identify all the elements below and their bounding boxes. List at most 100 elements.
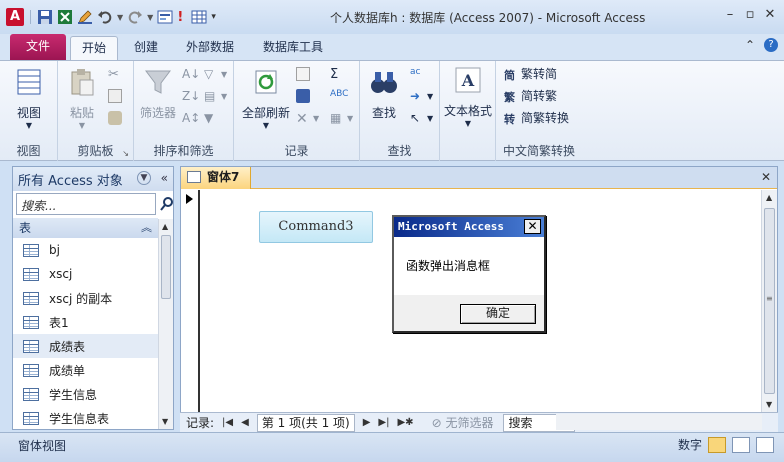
- message-box-close-icon[interactable]: ✕: [524, 219, 541, 234]
- close-icon[interactable]: ✕: [762, 8, 778, 24]
- delete-record-button[interactable]: ✕ ▼: [296, 111, 319, 127]
- form-view-icon[interactable]: [157, 9, 173, 25]
- search-icon[interactable]: [159, 196, 175, 212]
- nav-header[interactable]: 所有 Access 对象 ▼ «: [13, 167, 173, 191]
- nav-item-xscj[interactable]: xscj: [13, 262, 158, 286]
- minimize-icon[interactable]: –: [722, 8, 738, 24]
- table-icon: [23, 363, 39, 377]
- record-selector[interactable]: [182, 190, 200, 412]
- spelling-button[interactable]: ABC: [330, 89, 348, 103]
- collapse-ribbon-icon[interactable]: ⌃: [742, 38, 758, 52]
- filter-button[interactable]: 筛选器: [138, 67, 178, 121]
- exclamation-icon[interactable]: !: [177, 10, 187, 25]
- goto-button[interactable]: ➜ ▼: [410, 89, 433, 103]
- tab-create[interactable]: 创建: [126, 36, 166, 60]
- save-icon[interactable]: [37, 9, 53, 25]
- clear-sort-icon: A↕: [182, 111, 201, 125]
- table-view-icon[interactable]: [191, 9, 207, 25]
- next-record-icon[interactable]: ▶: [363, 417, 371, 428]
- nav-group-tables[interactable]: 表 ︽: [13, 218, 158, 238]
- totals-button[interactable]: Σ: [330, 67, 344, 82]
- no-filter-button[interactable]: ⊘ 无筛选器: [432, 414, 494, 431]
- toggle-filter-button[interactable]: ▼: [204, 111, 218, 125]
- clipboard-launcher-icon[interactable]: ↘: [122, 149, 129, 158]
- nav-scrollbar[interactable]: ▲ ▼: [158, 219, 173, 429]
- navigation-pane: 所有 Access 对象 ▼ « 搜索... 表 ︽ bj xscj xscj …: [12, 166, 174, 430]
- nav-item-student-info[interactable]: 学生信息: [13, 382, 158, 406]
- maximize-icon[interactable]: ▫: [742, 8, 758, 24]
- nav-menu-dropdown-icon[interactable]: ▼: [137, 171, 151, 185]
- form-view-status-icon[interactable]: [708, 436, 726, 453]
- customize-qat-icon[interactable]: ▾: [211, 12, 216, 22]
- more-records-button[interactable]: ▦ ▼: [330, 111, 353, 125]
- advanced-filter-button[interactable]: ▤ ▼: [204, 89, 227, 103]
- nav-scroll-thumb[interactable]: [161, 235, 171, 299]
- refresh-all-button[interactable]: 全部刷新 ▼: [240, 67, 292, 130]
- new-record-nav-icon[interactable]: ▶✱: [397, 417, 413, 428]
- redo-dropdown-icon[interactable]: ▼: [147, 13, 153, 22]
- layout-view-status-icon[interactable]: [732, 436, 750, 453]
- clear-sort-button[interactable]: A↕: [182, 111, 201, 125]
- view-button[interactable]: 视图 ▼: [6, 67, 52, 130]
- excel-icon[interactable]: [57, 9, 73, 25]
- ok-button[interactable]: 确定: [460, 304, 536, 324]
- selection-filter-button[interactable]: ▽ ▼: [204, 67, 227, 81]
- current-record-field[interactable]: 第 1 项(共 1 项): [256, 413, 355, 432]
- edit-pencil-icon[interactable]: [77, 9, 93, 25]
- document-scrollbar[interactable]: ▲ ≡ ▼: [761, 190, 777, 412]
- new-record-button[interactable]: [296, 67, 310, 81]
- select-button[interactable]: ↖ ▼: [410, 111, 433, 125]
- paste-button[interactable]: 粘贴 ▼: [64, 67, 100, 130]
- nav-item-label: 学生信息表: [49, 411, 110, 426]
- group-find: 查找 ac ➜ ▼ ↖ ▼ 查找: [360, 61, 440, 161]
- command3-button[interactable]: Command3: [259, 211, 373, 243]
- sort-ascending-icon: A↓: [182, 67, 201, 81]
- first-record-icon[interactable]: |◀: [222, 417, 233, 428]
- design-view-status-icon[interactable]: [756, 436, 774, 453]
- tab-external-data[interactable]: 外部数据: [178, 36, 242, 60]
- tab-home[interactable]: 开始: [70, 36, 118, 60]
- horizontal-scrollbar[interactable]: [556, 414, 762, 430]
- find-button[interactable]: 查找: [364, 67, 404, 121]
- sort-ascending-button[interactable]: A↓: [182, 67, 201, 81]
- traditional-to-simplified-button[interactable]: 简繁转简: [504, 65, 557, 82]
- doc-scroll-down-icon[interactable]: ▼: [766, 400, 772, 409]
- nav-item-score-sheet[interactable]: 成绩单: [13, 358, 158, 382]
- nav-item-score-table[interactable]: 成绩表: [13, 334, 158, 358]
- previous-record-icon[interactable]: ◀: [241, 417, 249, 428]
- format-painter-button[interactable]: [108, 111, 122, 125]
- tab-form7[interactable]: 窗体7: [181, 167, 251, 189]
- tab-database-tools[interactable]: 数据库工具: [254, 36, 332, 60]
- nav-item-table1[interactable]: 表1: [13, 310, 158, 334]
- save-record-button[interactable]: [296, 89, 310, 103]
- trad-to-simp-label: 繁转简: [521, 67, 558, 81]
- tab-file[interactable]: 文件: [10, 34, 66, 60]
- sort-descending-button[interactable]: Z↓: [182, 89, 200, 103]
- advanced-filter-icon: ▤: [204, 89, 216, 103]
- redo-icon[interactable]: [127, 9, 143, 25]
- cut-button[interactable]: ✂: [108, 67, 122, 82]
- undo-icon[interactable]: [97, 9, 113, 25]
- nav-search-box[interactable]: 搜索...: [16, 193, 173, 215]
- nav-collapse-icon[interactable]: «: [161, 171, 168, 185]
- nav-search-input[interactable]: 搜索...: [21, 197, 56, 214]
- scroll-up-icon[interactable]: ▲: [162, 222, 168, 231]
- copy-button[interactable]: [108, 89, 122, 103]
- scroll-down-icon[interactable]: ▼: [162, 417, 168, 426]
- nav-item-student-info-table[interactable]: 学生信息表: [13, 406, 158, 430]
- help-icon[interactable]: ?: [764, 38, 778, 52]
- undo-dropdown-icon[interactable]: ▼: [117, 13, 123, 22]
- nav-item-xscj-copy[interactable]: xscj 的副本: [13, 286, 158, 310]
- save-record-icon: [296, 89, 310, 103]
- close-document-icon[interactable]: ✕: [761, 170, 771, 184]
- replace-button[interactable]: ac: [410, 67, 424, 81]
- chinese-convert-button[interactable]: 转简繁转换: [504, 109, 569, 126]
- nav-item-bj[interactable]: bj: [13, 238, 158, 262]
- text-format-button[interactable]: A 文本格式 ▼: [442, 65, 494, 128]
- last-record-icon[interactable]: ▶|: [378, 417, 389, 428]
- simplified-to-traditional-button[interactable]: 繁简转繁: [504, 87, 557, 104]
- doc-scroll-up-icon[interactable]: ▲: [766, 193, 772, 202]
- message-box-titlebar[interactable]: Microsoft Access ✕: [394, 217, 544, 237]
- access-app-icon[interactable]: A: [6, 8, 24, 26]
- chevron-up-icon[interactable]: ︽: [141, 218, 152, 238]
